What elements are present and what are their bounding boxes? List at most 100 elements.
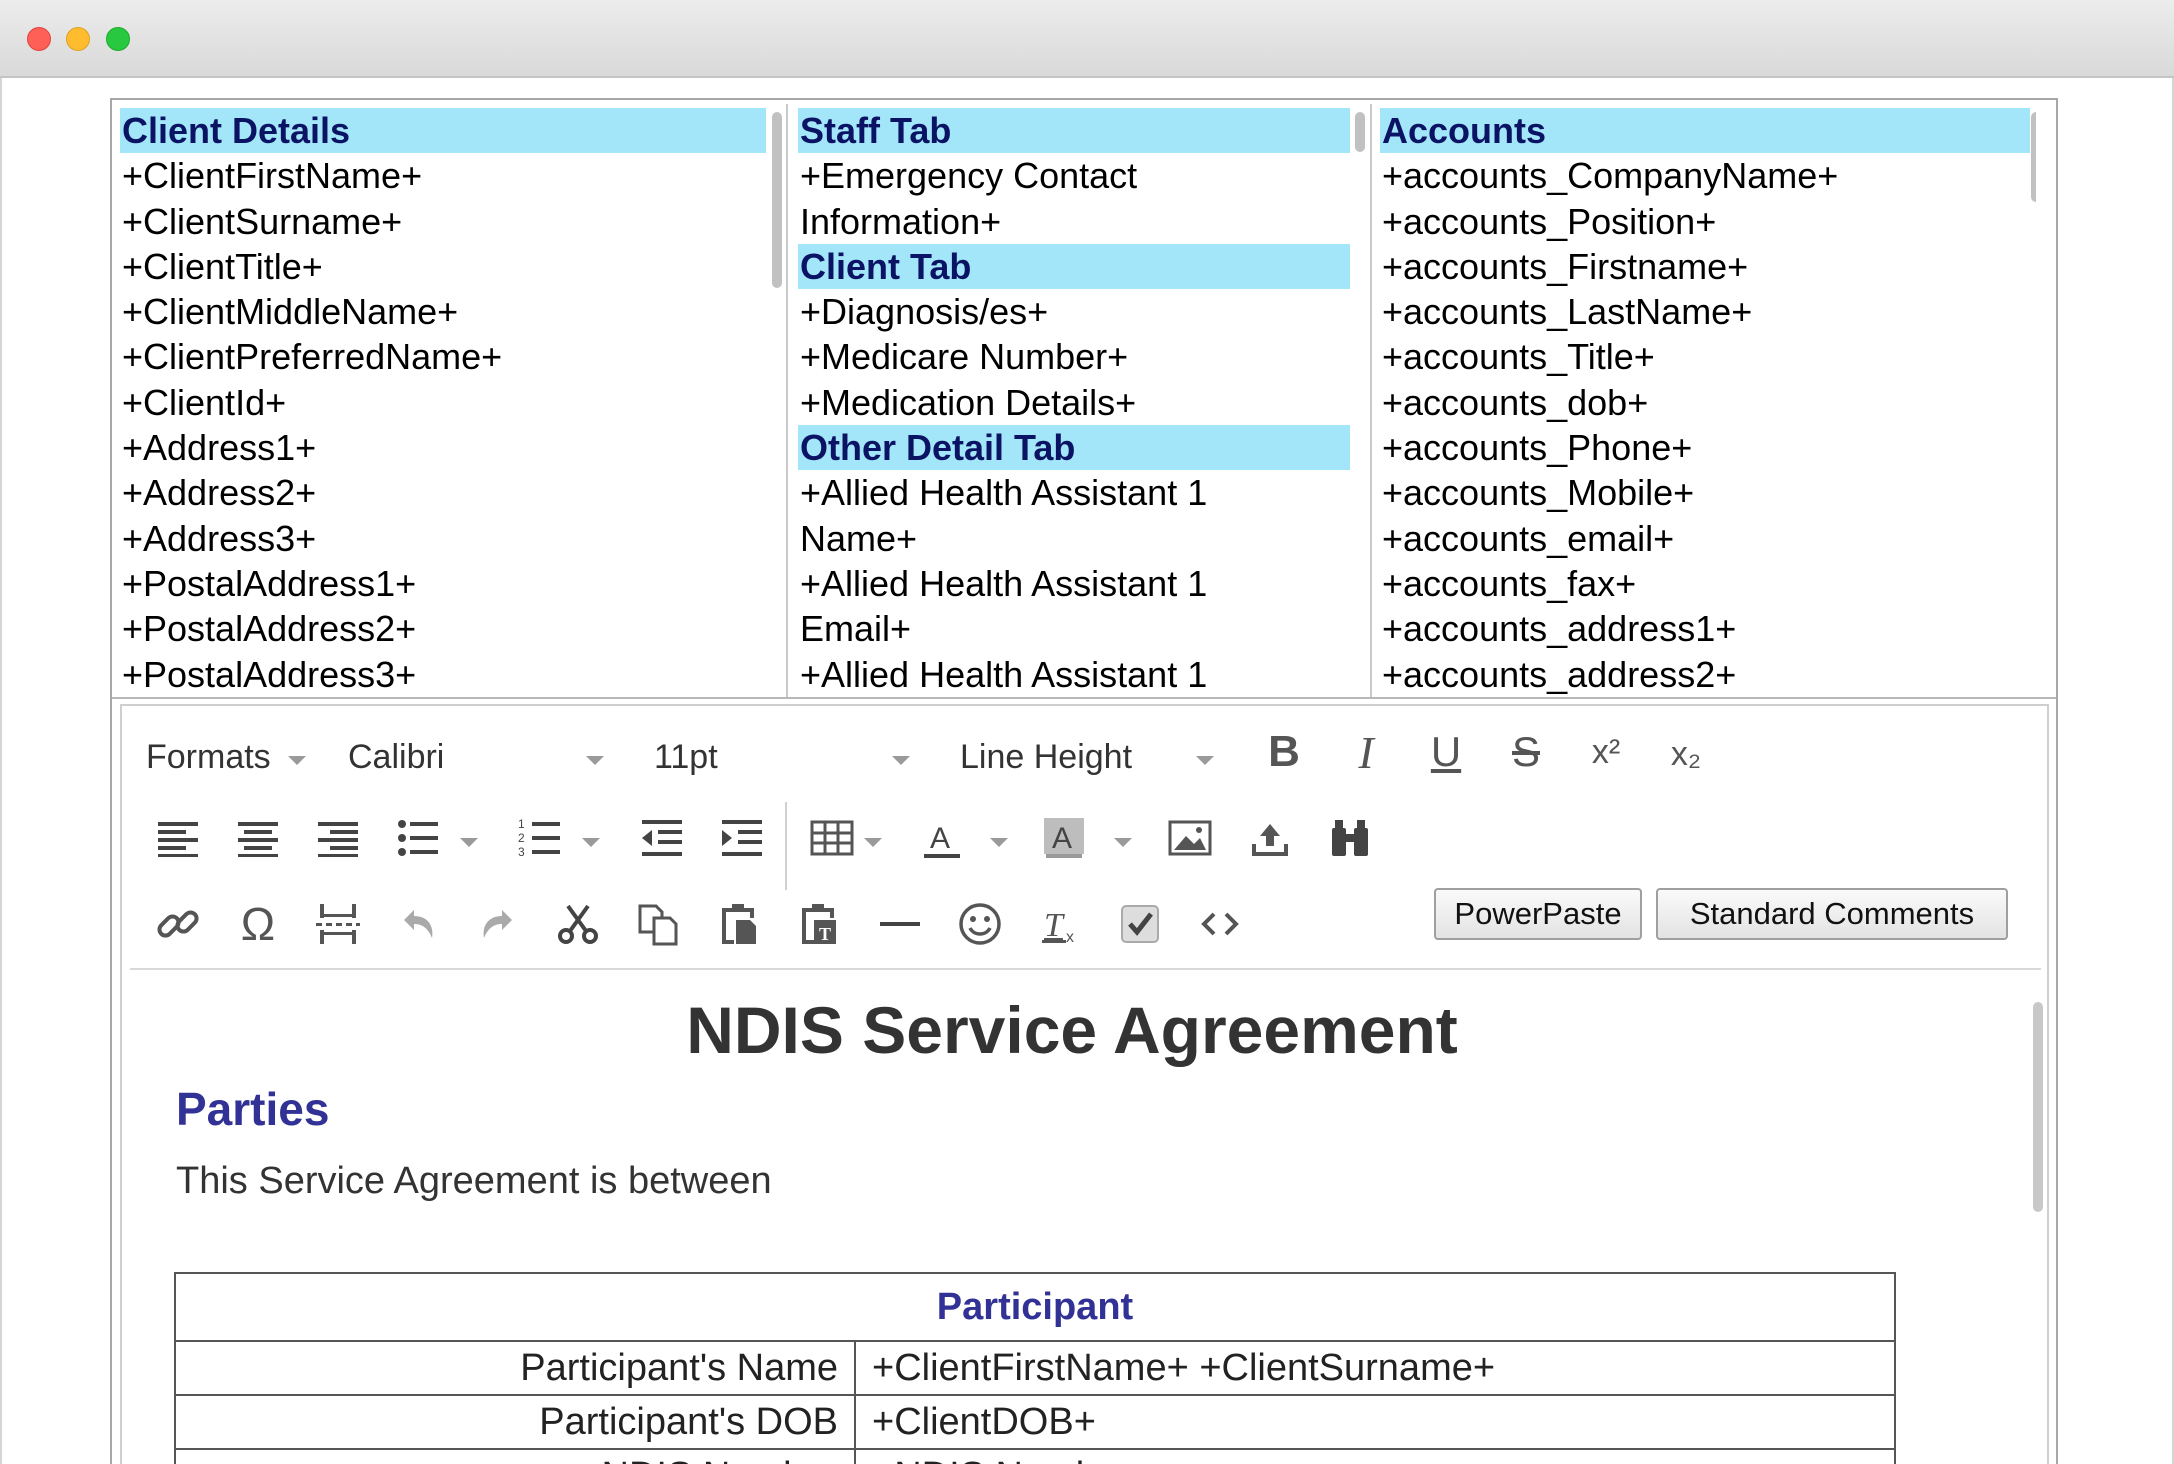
chevron-down-icon[interactable]	[864, 838, 882, 847]
placeholder-item[interactable]: +ClientId+	[120, 380, 766, 425]
document-body[interactable]: NDIS Service Agreement Parties This Serv…	[122, 972, 2047, 1464]
underline-button[interactable]: U	[1416, 722, 1476, 782]
undo-button[interactable]	[388, 894, 448, 954]
placeholder-item[interactable]: +accounts_fax+	[1380, 561, 2030, 606]
numbered-list-button[interactable]: 123	[510, 808, 570, 868]
font-size-dropdown[interactable]: 11pt	[654, 738, 718, 777]
line-height-dropdown[interactable]: Line Height	[960, 738, 1132, 777]
link-button[interactable]	[148, 894, 208, 954]
placeholder-item[interactable]: +Medicare Number+	[798, 334, 1350, 379]
placeholder-item[interactable]: +PostalAddress3+	[120, 652, 766, 697]
insert-image-button[interactable]	[1160, 808, 1220, 868]
italic-button[interactable]: I	[1336, 722, 1396, 782]
table-row: Participant	[174, 1272, 1896, 1342]
placeholder-item[interactable]: +PostalAddress1+	[120, 561, 766, 606]
placeholder-item[interactable]: +Allied Health Assistant 1	[798, 561, 1350, 606]
client-details-list[interactable]: Client Details +ClientFirstName+ +Client…	[116, 104, 788, 698]
formats-dropdown[interactable]: Formats	[146, 738, 271, 777]
strikethrough-button[interactable]: S	[1496, 722, 1556, 782]
placeholder-item[interactable]: +accounts_CompanyName+	[1380, 153, 2030, 198]
checkbox-button[interactable]	[1110, 894, 1170, 954]
tabs-fields-list[interactable]: Staff Tab +Emergency Contact Information…	[794, 104, 1372, 698]
placeholder-item[interactable]: +Medication Details+	[798, 380, 1350, 425]
placeholder-item[interactable]: +accounts_Position+	[1380, 199, 2030, 244]
placeholder-item[interactable]: +ClientFirstName+	[120, 153, 766, 198]
placeholder-item[interactable]: +Address3+	[120, 516, 766, 561]
accounts-scrollbar[interactable]	[2031, 112, 2036, 202]
placeholder-item[interactable]: +accounts_LastName+	[1380, 289, 2030, 334]
table-icon	[810, 820, 854, 856]
chevron-down-icon[interactable]	[582, 838, 600, 847]
align-left-button[interactable]	[148, 808, 208, 868]
placeholder-item[interactable]: +Diagnosis/es+	[798, 289, 1350, 334]
emoticons-button[interactable]	[950, 894, 1010, 954]
row-value[interactable]: +ClientFirstName+ +ClientSurname+	[854, 1340, 1896, 1396]
placeholder-item[interactable]: +ClientSurname+	[120, 199, 766, 244]
background-color-button[interactable]: A	[1034, 808, 1094, 868]
source-code-button[interactable]	[1190, 894, 1250, 954]
placeholder-item[interactable]: +Emergency Contact	[798, 153, 1350, 198]
svg-text:A: A	[1052, 822, 1072, 855]
upload-button[interactable]	[1240, 808, 1300, 868]
cut-button[interactable]	[548, 894, 608, 954]
text-color-button[interactable]: A	[912, 808, 972, 868]
placeholder-item[interactable]: +Address1+	[120, 425, 766, 470]
row-value[interactable]: +ClientDOB+	[854, 1394, 1896, 1450]
placeholder-item[interactable]: +Address2+	[120, 470, 766, 515]
placeholder-item[interactable]: Information+	[798, 199, 1350, 244]
placeholder-item[interactable]: +PostalAddress2+	[120, 606, 766, 651]
placeholder-item[interactable]: +accounts_Phone+	[1380, 425, 2030, 470]
tabs-fields-scrollbar[interactable]	[1355, 112, 1365, 152]
paste-button[interactable]	[708, 894, 768, 954]
accounts-list[interactable]: Accounts +accounts_CompanyName+ +account…	[1376, 104, 2036, 698]
placeholder-item[interactable]: +accounts_email+	[1380, 516, 2030, 561]
placeholder-item[interactable]: +accounts_Firstname+	[1380, 244, 2030, 289]
find-replace-button[interactable]	[1320, 808, 1380, 868]
close-window-button[interactable]	[27, 27, 51, 51]
redo-button[interactable]	[468, 894, 528, 954]
chevron-down-icon[interactable]	[1114, 838, 1132, 847]
indent-button[interactable]	[712, 808, 772, 868]
minimize-window-button[interactable]	[66, 27, 90, 51]
staff-tab-heading: Staff Tab	[798, 108, 1350, 154]
align-center-button[interactable]	[228, 808, 288, 868]
line-height-label: Line Height	[960, 738, 1133, 776]
table-button[interactable]	[802, 808, 862, 868]
page-break-button[interactable]	[308, 894, 368, 954]
placeholder-item[interactable]: +ClientPreferredName+	[120, 334, 766, 379]
powerpaste-button[interactable]: PowerPaste	[1434, 888, 1642, 940]
placeholder-item[interactable]: +ClientMiddleName+	[120, 289, 766, 334]
font-family-dropdown[interactable]: Calibri	[348, 738, 444, 777]
paste-text-button[interactable]: T	[788, 894, 848, 954]
standard-comments-button[interactable]: Standard Comments	[1656, 888, 2008, 940]
placeholder-item[interactable]: +accounts_address2+	[1380, 652, 2030, 697]
placeholder-item[interactable]: +accounts_dob+	[1380, 380, 2030, 425]
placeholder-item[interactable]: +Allied Health Assistant 1	[798, 652, 1350, 697]
bullet-list-button[interactable]	[388, 808, 448, 868]
placeholder-item[interactable]: +accounts_address1+	[1380, 606, 2030, 651]
placeholder-item[interactable]: Email+	[798, 606, 1350, 651]
clear-formatting-button[interactable]: Tx	[1030, 894, 1090, 954]
special-char-button[interactable]: Ω	[228, 894, 288, 954]
chevron-down-icon[interactable]	[460, 838, 478, 847]
table-row: Participant's Name +ClientFirstName+ +Cl…	[174, 1340, 1896, 1396]
placeholder-item[interactable]: Name+	[798, 516, 1350, 561]
chevron-down-icon[interactable]	[990, 838, 1008, 847]
placeholder-item[interactable]: +ClientTitle+	[120, 244, 766, 289]
placeholder-item[interactable]: +Allied Health Assistant 1	[798, 470, 1350, 515]
placeholder-item[interactable]: +accounts_Title+	[1380, 334, 2030, 379]
copy-button[interactable]	[628, 894, 688, 954]
outdent-button[interactable]	[632, 808, 692, 868]
placeholder-item[interactable]: +accounts_Mobile+	[1380, 470, 2030, 515]
client-details-scrollbar[interactable]	[772, 112, 782, 288]
row-value[interactable]: +NDIS Number+	[854, 1448, 1896, 1464]
client-tab-heading: Client Tab	[798, 243, 1350, 290]
bold-button[interactable]: B	[1254, 722, 1314, 782]
align-right-button[interactable]	[308, 808, 368, 868]
zoom-window-button[interactable]	[106, 27, 130, 51]
superscript-button[interactable]: x²	[1576, 722, 1636, 782]
document-scrollbar[interactable]	[2033, 1002, 2043, 1212]
subscript-button[interactable]: x₂	[1656, 724, 1716, 784]
horizontal-rule-button[interactable]	[870, 894, 930, 954]
text-color-icon: A	[924, 822, 960, 858]
